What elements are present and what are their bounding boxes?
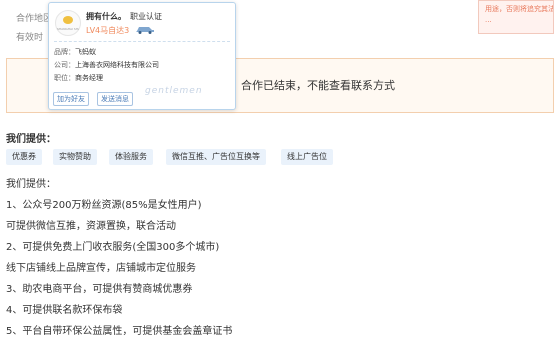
brand-logo-icon <box>63 16 73 24</box>
copyright-notice-line: 用途，否则将追究其法律责任 <box>485 5 553 13</box>
company-value: 上海善衣网络科技有限公司 <box>75 61 159 69</box>
brand-value: 飞蚂蚁 <box>75 48 96 56</box>
offer-description-line: 1、公众号200万粉丝资源(85%是女性用户) <box>6 200 202 211</box>
offer-description-line: 4、可提供联名款环保布袋 <box>6 305 123 316</box>
copyright-notice: 用途，否则将追究其法律责任 ... <box>478 0 554 34</box>
offer-tag: 微信互推、广告位互换等 <box>166 149 266 165</box>
user-profile-card: SHANGHAI SHANYI 拥有什么。 职业认证 LV4马自达3 品牌：飞蚂… <box>48 2 236 110</box>
offer-description-line: 线下店铺线上品牌宣传，店铺城市定位服务 <box>6 263 196 274</box>
offer-description-line: 可提供微信互推，资源置换，联合活动 <box>6 221 176 232</box>
offer-tag: 实物赞助 <box>53 149 97 165</box>
cooperation-region-label: 合作地区 <box>16 14 53 24</box>
send-message-button[interactable]: 发送消息 <box>97 92 133 106</box>
job-certification-label: 职业认证 <box>130 12 162 21</box>
offer-description-line: 5、平台自带环保公益属性，可提供基金会盖章证书 <box>6 326 233 337</box>
brand-label: 品牌： <box>54 48 75 56</box>
company-label: 公司： <box>54 61 75 69</box>
card-divider <box>54 41 230 42</box>
car-icon <box>136 27 154 34</box>
offer-description-line: 3、助农电商平台，可提供有赞商城优惠券 <box>6 284 193 295</box>
avatar-caption: SHANGHAI SHANYI <box>57 27 79 31</box>
company-row: 公司：上海善衣网络科技有限公司 <box>54 60 159 70</box>
position-label: 职位： <box>54 74 75 82</box>
cooperation-ended-text: ，合作已结束，不能查看联系方式 <box>230 79 395 92</box>
offer-tag: 体验服务 <box>109 149 153 165</box>
offer-description-line: 2、可提供免费上门收衣服务(全国300多个城市) <box>6 242 220 253</box>
copyright-notice-line: ... <box>485 16 492 24</box>
offer-tag: 线上广告位 <box>281 149 333 165</box>
brand-row: 品牌：飞蚂蚁 <box>54 47 96 57</box>
position-value: 商务经理 <box>75 74 103 82</box>
offer-section-title: 我们提供： <box>6 134 56 145</box>
validity-label: 有效时 <box>16 33 44 43</box>
offer-description-line: 我们提供： <box>6 179 56 190</box>
position-row: 职位：商务经理 <box>54 73 103 83</box>
avatar[interactable]: SHANGHAI SHANYI <box>55 10 81 36</box>
user-level: LV4马自达3 <box>86 26 130 35</box>
offer-tag: 优惠券 <box>6 149 42 165</box>
watermark-text: gentlemen <box>145 86 203 96</box>
user-name[interactable]: 拥有什么。 <box>86 11 126 22</box>
add-friend-button[interactable]: 加为好友 <box>53 92 89 106</box>
